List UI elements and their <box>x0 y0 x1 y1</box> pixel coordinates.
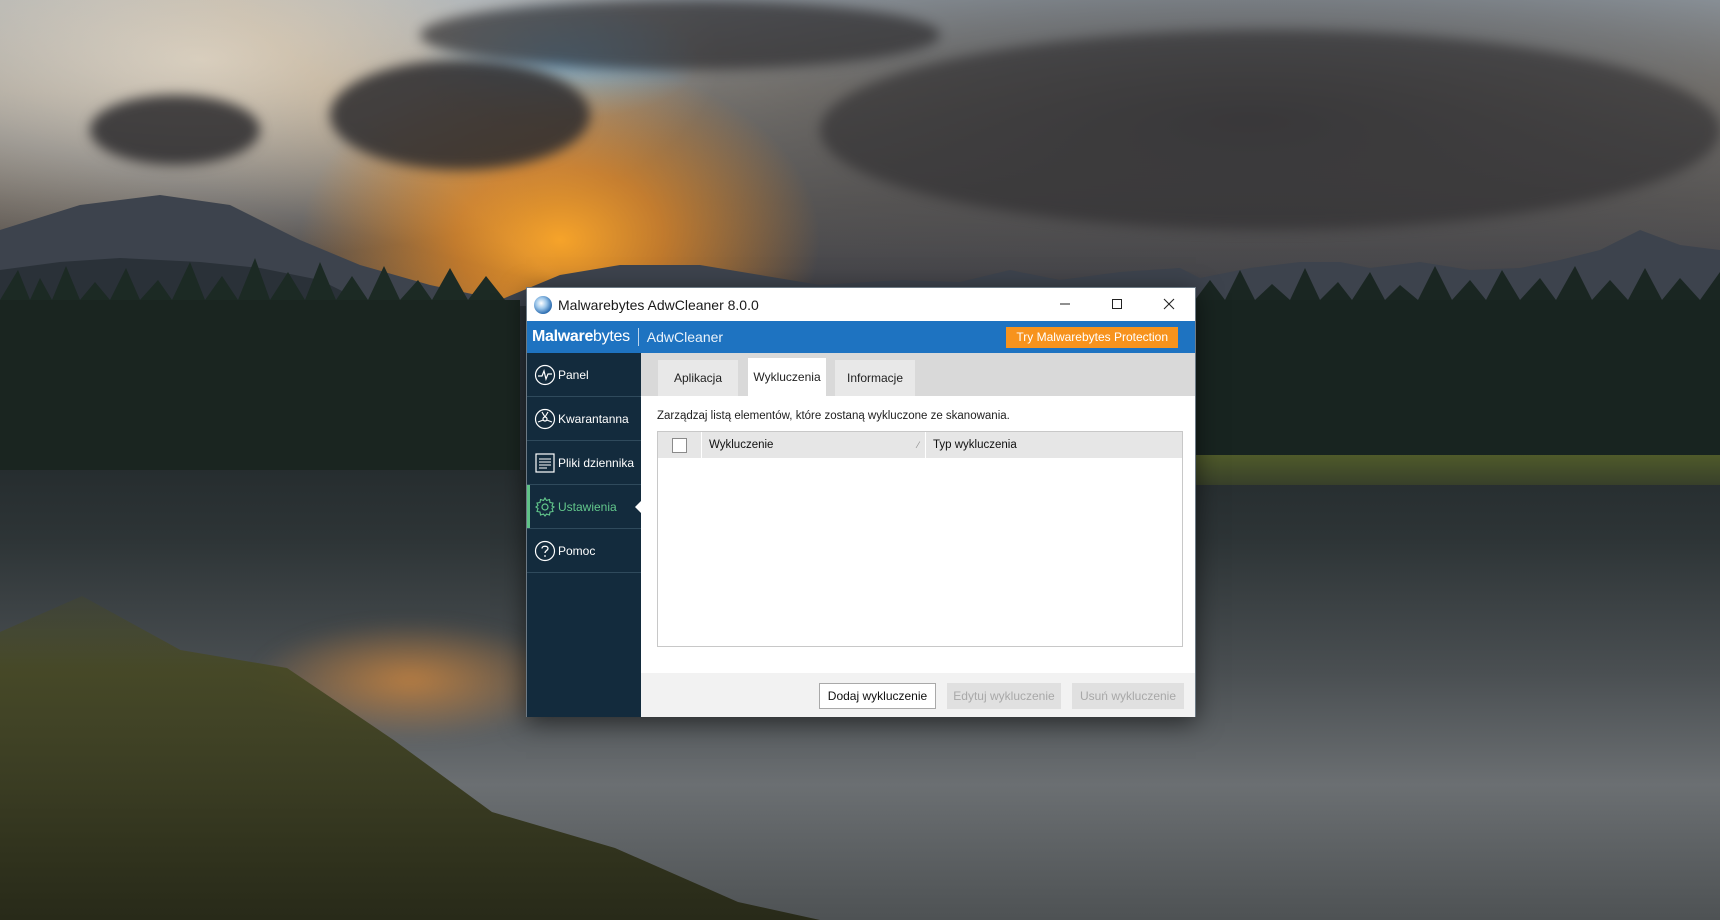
grass-strip <box>1195 455 1720 485</box>
biohazard-icon <box>534 408 556 430</box>
brand-bar: Malwarebytes AdwCleaner Try Malwarebytes… <box>527 321 1195 353</box>
document-icon <box>534 452 556 474</box>
sidebar: Panel Kwarantanna Pliki dziennika Ustawi… <box>527 353 642 717</box>
window-controls <box>1039 288 1195 320</box>
tab-informacje[interactable]: Informacje <box>835 360 915 396</box>
column-header-typ-wykluczenia[interactable]: Typ wykluczenia <box>926 432 1182 458</box>
column-header-label: Typ wykluczenia <box>933 439 1017 451</box>
settings-content: Aplikacja Wykluczenia Informacje Zarządz… <box>641 353 1195 717</box>
close-button[interactable] <box>1143 288 1195 320</box>
select-all-checkbox[interactable] <box>672 437 687 453</box>
minimize-button[interactable] <box>1039 288 1091 320</box>
column-resize-icon: ⁄ <box>917 440 919 450</box>
sidebar-item-label: Panel <box>558 367 589 382</box>
malwarebytes-logo: Malwarebytes <box>532 328 630 345</box>
sidebar-item-label: Kwarantanna <box>558 411 629 426</box>
app-window: Malwarebytes AdwCleaner 8.0.0 Malwarebyt… <box>526 287 1196 717</box>
sidebar-item-pomoc[interactable]: Pomoc <box>527 529 641 573</box>
tab-strip: Aplikacja Wykluczenia Informacje <box>641 353 1195 396</box>
sidebar-item-label: Pomoc <box>558 543 596 558</box>
tab-aplikacja[interactable]: Aplikacja <box>658 360 738 396</box>
sidebar-item-label: Ustawienia <box>558 499 617 514</box>
exclusions-description: Zarządzaj listą elementów, które zostaną… <box>657 410 1010 422</box>
table-header: Wykluczenie ⁄ Typ wykluczenia <box>658 432 1182 458</box>
maximize-button[interactable] <box>1091 288 1143 320</box>
sidebar-item-label: Pliki dziennika <box>558 455 635 470</box>
action-footer: Dodaj wykluczenie Edytuj wykluczenie Usu… <box>641 673 1195 717</box>
gear-icon <box>534 496 556 518</box>
sidebar-item-panel[interactable]: Panel <box>527 353 641 397</box>
column-header-label: Wykluczenie <box>709 439 774 451</box>
sidebar-item-ustawienia[interactable]: Ustawienia <box>527 485 642 529</box>
pulse-icon <box>534 364 556 386</box>
select-all-cell <box>658 432 702 458</box>
add-exclusion-button[interactable]: Dodaj wykluczenie <box>819 683 936 709</box>
window-title: Malwarebytes AdwCleaner 8.0.0 <box>558 296 759 313</box>
maximize-icon <box>1112 299 1122 309</box>
help-icon <box>534 540 556 562</box>
close-icon <box>1163 298 1175 310</box>
remove-exclusion-button[interactable]: Usuń wykluczenie <box>1072 683 1184 709</box>
sidebar-item-kwarantanna[interactable]: Kwarantanna <box>527 397 641 441</box>
try-protection-button[interactable]: Try Malwarebytes Protection <box>1006 327 1178 348</box>
tab-wykluczenia[interactable]: Wykluczenia <box>748 358 826 396</box>
product-name: AdwCleaner <box>646 329 724 345</box>
exclusions-table[interactable]: Wykluczenie ⁄ Typ wykluczenia <box>657 431 1183 647</box>
brand-divider <box>637 328 639 346</box>
minimize-icon <box>1060 303 1070 305</box>
column-header-wykluczenie[interactable]: Wykluczenie ⁄ <box>702 432 926 458</box>
sidebar-item-pliki-dziennika[interactable]: Pliki dziennika <box>527 441 641 485</box>
app-icon <box>534 295 552 314</box>
title-bar[interactable]: Malwarebytes AdwCleaner 8.0.0 <box>527 288 1195 321</box>
edit-exclusion-button[interactable]: Edytuj wykluczenie <box>947 683 1061 709</box>
